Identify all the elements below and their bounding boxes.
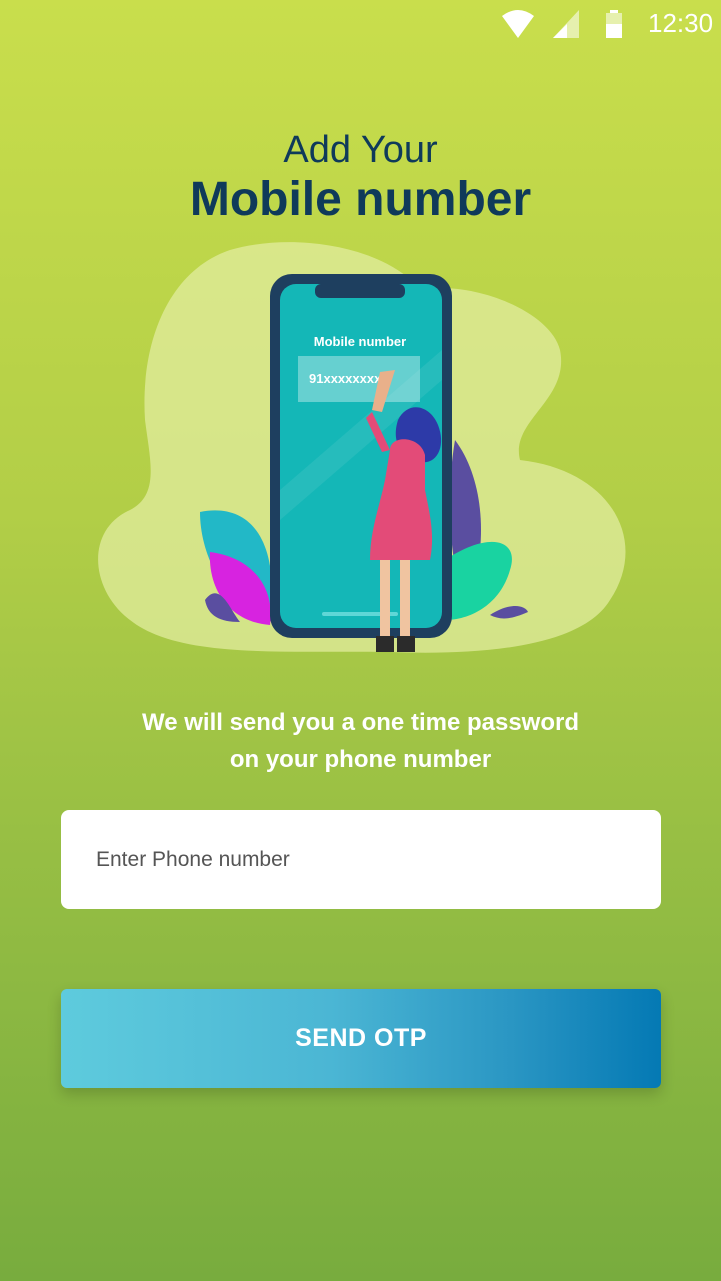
title-line-2: Mobile number (189, 173, 532, 226)
battery-icon (606, 10, 622, 38)
signal-icon (553, 10, 579, 38)
instruction-line-1: We will send you a one time password (142, 709, 579, 736)
wifi-icon (502, 10, 534, 38)
page-title: Add Your Mobile number (0, 128, 721, 228)
phone-illustration: Mobile number 91xxxxxxxx (98, 242, 626, 653)
title-line-1: Add Your (283, 129, 438, 171)
status-time: 12:30 (648, 8, 714, 38)
send-otp-button[interactable]: SEND OTP (61, 989, 661, 1088)
instruction-text: We will send you a one time password on … (0, 704, 721, 778)
screen-value: 91xxxxxxxx (309, 371, 382, 386)
status-bar: 12:30 (0, 0, 721, 50)
instruction-line-2: on your phone number (229, 746, 492, 773)
screen-label: Mobile number (314, 334, 406, 349)
phone-notch (315, 284, 405, 298)
otp-screen: 12:30 Add Your Mobile number Mobile numb… (0, 0, 721, 1281)
phone-number-input[interactable] (61, 810, 661, 909)
